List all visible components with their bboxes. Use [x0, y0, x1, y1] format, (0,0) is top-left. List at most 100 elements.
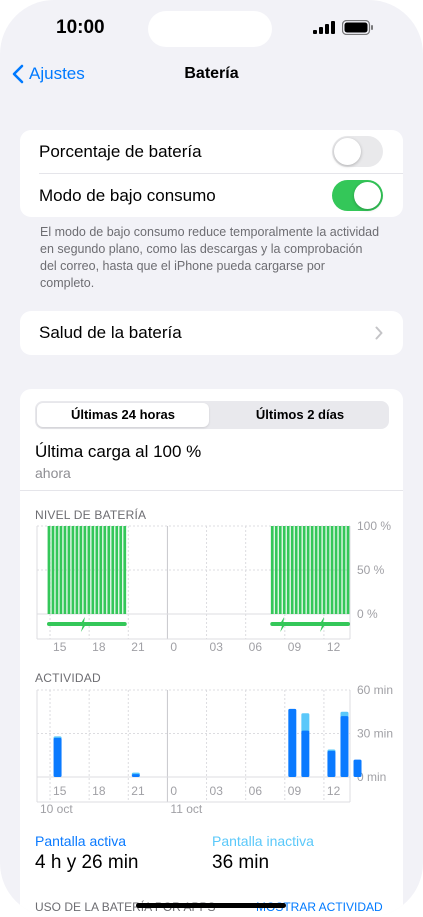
- y-tick-label: 30 min: [357, 727, 393, 741]
- battery-level-bar: [83, 526, 87, 614]
- battery-percentage-row: Porcentaje de batería: [20, 130, 403, 173]
- battery-level-bar: [115, 526, 119, 614]
- x-tick-label: 15: [53, 640, 67, 654]
- tab-last-24-hours[interactable]: Últimas 24 horas: [37, 403, 209, 427]
- x-tick-label: 06: [249, 640, 263, 654]
- battery-level-bar: [294, 526, 298, 614]
- divider: [20, 490, 403, 491]
- low-power-mode-toggle[interactable]: [332, 180, 383, 211]
- battery-level-bar: [111, 526, 115, 614]
- battery-level-bar: [91, 526, 95, 614]
- y-tick-label: 100 %: [357, 520, 391, 533]
- battery-level-bar: [55, 526, 59, 614]
- battery-level-chart: 15 18 21 0 03 06 09 12 100 % 50 % 0 %: [36, 520, 391, 654]
- x-tick-label: 18: [92, 640, 106, 654]
- battery-level-bar: [334, 526, 338, 614]
- dynamic-island: [148, 11, 272, 47]
- battery-level-bar: [79, 526, 83, 614]
- screen-off-label: Pantalla inactiva: [212, 833, 314, 849]
- phone-screen: 10:00 Ajustes Batería Porcentaje de bate…: [0, 0, 423, 917]
- screen-on-bar: [131, 774, 140, 777]
- date-label: 10 oct: [40, 802, 73, 816]
- battery-level-bar: [318, 526, 322, 614]
- low-power-footnote: El modo de bajo consumo reduce temporalm…: [40, 225, 380, 290]
- x-tick-label: 03: [210, 640, 224, 654]
- low-power-mode-row: Modo de bajo consumo: [20, 174, 403, 217]
- y-tick-label: 50 %: [357, 563, 385, 577]
- x-tick-label: 03: [210, 784, 224, 798]
- battery-level-bar: [75, 526, 79, 614]
- x-tick-label: 06: [249, 784, 263, 798]
- x-tick-label: 09: [288, 784, 302, 798]
- x-tick-label: 0: [170, 784, 177, 798]
- battery-level-bar: [338, 526, 342, 614]
- charging-indicator: [47, 622, 127, 626]
- battery-level-bar: [123, 526, 127, 614]
- battery-level-bar: [306, 526, 310, 614]
- battery-level-bar: [322, 526, 326, 614]
- screen-off-value: 36 min: [212, 852, 270, 873]
- battery-level-bar: [278, 526, 282, 614]
- screen-on-bar: [288, 708, 297, 777]
- battery-level-bar: [298, 526, 302, 614]
- battery-percentage-toggle[interactable]: [332, 136, 383, 167]
- settings-card: Porcentaje de batería Modo de bajo consu…: [20, 130, 403, 217]
- tab-last-2-days[interactable]: Últimos 2 días: [213, 403, 387, 427]
- battery-percentage-label: Porcentaje de batería: [39, 141, 202, 161]
- battery-level-bar: [119, 526, 123, 614]
- x-tick-label: 21: [131, 784, 145, 798]
- screen-on-bar: [353, 759, 362, 777]
- page-title: Batería: [184, 65, 239, 82]
- battery-level-bar: [99, 526, 103, 614]
- screen-off-bar: [301, 713, 310, 733]
- charging-bolt-icon: [79, 617, 87, 632]
- battery-level-bar: [87, 526, 91, 614]
- battery-health-row[interactable]: Salud de la batería: [20, 311, 403, 355]
- battery-level-bar: [286, 526, 290, 614]
- battery-level-bar: [67, 526, 71, 614]
- battery-level-bar: [330, 526, 334, 614]
- screen-on-bar: [340, 716, 349, 777]
- y-tick-label: 0 %: [357, 607, 378, 621]
- battery-level-bar: [270, 526, 274, 614]
- low-power-mode-label: Modo de bajo consumo: [39, 185, 216, 205]
- battery-level-bar: [51, 526, 55, 614]
- battery-level-bar: [346, 526, 350, 614]
- screen-on-value: 4 h y 26 min: [35, 852, 139, 873]
- x-tick-label: 15: [53, 784, 67, 798]
- battery-level-bar: [274, 526, 278, 614]
- battery-level-bar: [282, 526, 286, 614]
- battery-level-bar: [71, 526, 75, 614]
- x-tick-label: 0: [170, 640, 177, 654]
- x-tick-label: 09: [288, 640, 302, 654]
- status-time: 10:00: [56, 17, 105, 38]
- battery-level-bar: [103, 526, 107, 614]
- home-indicator: [136, 903, 286, 908]
- battery-level-bar: [47, 526, 51, 614]
- chevron-right-icon: [375, 326, 383, 340]
- last-charge-time: ahora: [35, 465, 71, 481]
- battery-level-bar: [59, 526, 63, 614]
- last-charge-title: Última carga al 100 %: [35, 442, 202, 461]
- battery-level-bar: [302, 526, 306, 614]
- battery-level-bar: [63, 526, 67, 614]
- battery-level-bar: [290, 526, 294, 614]
- activity-chart: 15 18 21 0 03 06 09 1260 min30 min0 min10 oct 11…: [36, 683, 393, 816]
- x-tick-label: 12: [327, 640, 341, 654]
- screen-on-bar: [301, 730, 310, 777]
- battery-level-bar: [326, 526, 330, 614]
- x-tick-label: 21: [131, 640, 145, 654]
- charging-bolt-icon: [319, 617, 327, 632]
- screen-on-label: Pantalla activa: [35, 833, 127, 849]
- cellular-signal-icon: [313, 21, 335, 34]
- screen-on-bar: [327, 750, 336, 777]
- screen-on-bar: [53, 737, 62, 777]
- battery-level-bar: [95, 526, 99, 614]
- y-tick-label: 60 min: [357, 683, 393, 697]
- x-tick-label: 12: [327, 784, 341, 798]
- battery-health-label: Salud de la batería: [39, 323, 182, 342]
- battery-level-bar: [342, 526, 346, 614]
- date-label: 11 oct: [170, 802, 202, 816]
- x-tick-label: 18: [92, 784, 106, 798]
- battery-level-bar: [107, 526, 111, 614]
